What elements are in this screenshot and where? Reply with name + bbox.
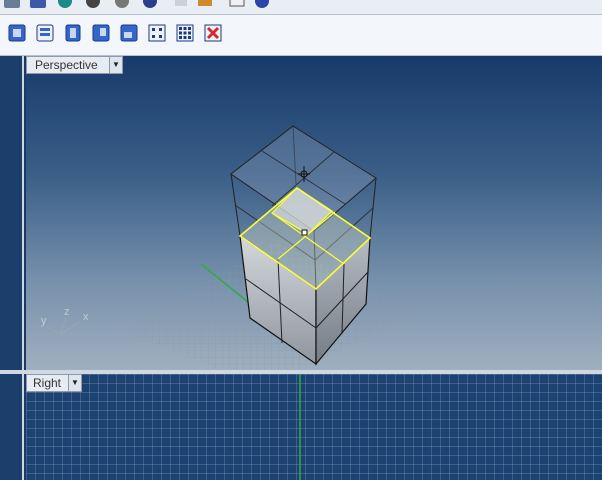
axis-label-z: z (64, 306, 70, 318)
right-grid (26, 374, 602, 480)
chevron-down-icon[interactable]: ▼ (109, 57, 122, 73)
axis-label-y: y (41, 315, 47, 327)
bottom-view-icon[interactable] (119, 23, 139, 43)
perspective-viewport-tab[interactable]: Perspective ▼ (26, 56, 123, 74)
top-tool-icon (175, 0, 187, 6)
grid-small-icon[interactable] (147, 23, 167, 43)
top-tool-icon (255, 0, 269, 8)
perspective-viewport[interactable]: y z x Perspective ▼ (26, 56, 602, 370)
top-toolbar-strip (0, 0, 602, 15)
right-view-icon[interactable] (91, 23, 111, 43)
axis-triad-icon (45, 317, 81, 335)
grid-large-icon[interactable] (175, 23, 195, 43)
viewport-toolbar (0, 15, 602, 56)
viewport-label: Right (33, 376, 62, 390)
top-tool-icon (229, 0, 245, 7)
top-view-icon[interactable] (7, 23, 27, 43)
top-tool-icon (143, 0, 157, 8)
front-view-icon[interactable] (63, 23, 83, 43)
perspective-scene: y z x (41, 125, 418, 370)
top-tool-icon (4, 0, 20, 8)
top-toolbar-icons (4, 0, 269, 8)
gumball-center[interactable] (301, 229, 308, 236)
top-tool-icon (115, 0, 129, 8)
close-viewport-icon[interactable] (203, 23, 223, 43)
top-tool-icon (86, 0, 100, 8)
right-viewport-tab[interactable]: Right ▼ (26, 374, 82, 392)
chevron-down-icon[interactable]: ▼ (68, 375, 81, 391)
right-viewport[interactable]: Right ▼ (26, 374, 602, 480)
axis-label-x: x (83, 311, 89, 323)
viewport-label: Perspective (35, 58, 98, 72)
top-tool-icon (58, 0, 72, 8)
left-panel-strip (0, 56, 24, 480)
top-tool-icon (198, 0, 212, 6)
top-tool-icon (30, 0, 46, 8)
cplane-view-icon[interactable] (35, 23, 55, 43)
